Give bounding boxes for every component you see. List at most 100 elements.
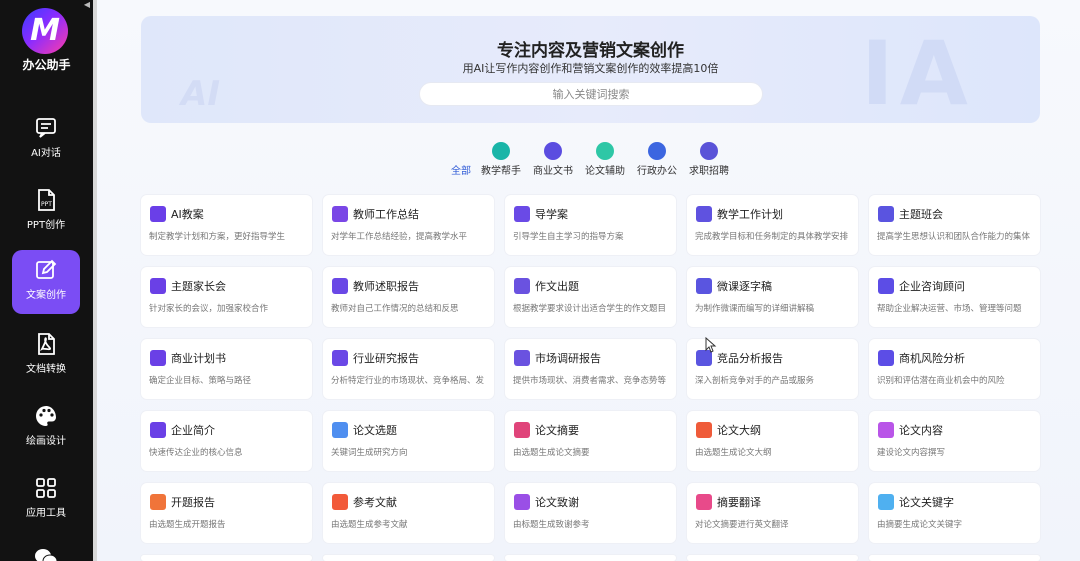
- template-card[interactable]: 教学工作计划 完成教学目标和任务制定的具体教学安排: [687, 195, 858, 255]
- card-description: 为制作微课而编写的详细讲解稿: [695, 304, 815, 314]
- sidebar-item-app-tools[interactable]: 应用工具: [12, 468, 80, 532]
- card-description: 根据教学要求设计出适合学生的作文题目: [513, 304, 667, 314]
- pdf-icon: [38, 333, 55, 355]
- card-description: 建设论文内容撰写: [877, 448, 946, 458]
- card-title: 作文出题: [535, 280, 579, 293]
- tab-label: 论文辅助: [585, 166, 625, 177]
- ppt-icon: PPT: [38, 189, 55, 211]
- card-description: 关键词生成研究方向: [331, 448, 408, 458]
- template-icon: [514, 422, 530, 438]
- template-icon: [332, 350, 348, 366]
- card-title: 论文关键字: [899, 496, 954, 509]
- card-title: 教师述职报告: [353, 280, 419, 293]
- card-title: 论文致谢: [535, 496, 579, 509]
- card-title: 开题报告: [171, 496, 215, 509]
- logo-mark-icon: M: [30, 13, 60, 48]
- template-card[interactable]: 行业研究报告 分析特定行业的市场现状、竞争格局、发: [323, 339, 494, 399]
- template-card[interactable]: AI教案 制定教学计划和方案，更好指导学生: [141, 195, 312, 255]
- brand-name: 办公助手: [22, 58, 71, 72]
- sidebar-item-drawing[interactable]: 绘画设计: [12, 396, 80, 460]
- template-card[interactable]: [869, 555, 1040, 561]
- tab-business[interactable]: 商业文书: [531, 142, 575, 178]
- template-card[interactable]: [323, 555, 494, 561]
- template-card[interactable]: 开题报告 由选题生成开题报告: [141, 483, 312, 543]
- sidebar-item-more[interactable]: [12, 540, 80, 561]
- template-card[interactable]: 主题班会 提高学生思想认识和团队合作能力的集体: [869, 195, 1040, 255]
- paper-icon: [596, 142, 614, 160]
- card-description: 由标题生成致谢参考: [513, 520, 590, 530]
- card-description: 提高学生思想认识和团队合作能力的集体: [877, 232, 1031, 242]
- card-title: 教学工作计划: [717, 208, 783, 221]
- search-input[interactable]: [419, 82, 763, 106]
- card-title: 论文内容: [899, 424, 943, 437]
- template-card[interactable]: 教师工作总结 对学年工作总结经验，提高教学水平: [323, 195, 494, 255]
- template-card[interactable]: 论文摘要由选题生成论文摘要: [505, 411, 676, 471]
- template-card[interactable]: 论文内容建设论文内容撰写: [869, 411, 1040, 471]
- card-title: 企业简介: [171, 424, 215, 437]
- tab-label: 商业文书: [533, 166, 573, 177]
- tab-admin[interactable]: 行政办公: [635, 142, 679, 178]
- sidebar-item-ppt[interactable]: PPT PPT创作: [12, 180, 80, 244]
- template-card[interactable]: 微课逐字稿为制作微课而编写的详细讲解稿: [687, 267, 858, 327]
- template-card[interactable]: 论文致谢由标题生成致谢参考: [505, 483, 676, 543]
- card-description: 提供市场现状、消费者需求、竞争态势等: [513, 376, 667, 386]
- card-title: 市场调研报告: [535, 352, 601, 365]
- template-card[interactable]: 论文选题 关键词生成研究方向: [323, 411, 494, 471]
- card-description: 深入剖析竞争对手的产品或服务: [695, 376, 815, 386]
- template-card[interactable]: 摘要翻译对论文摘要进行英文翻译: [687, 483, 858, 543]
- template-card[interactable]: 商机风险分析 识别和评估潜在商业机会中的风险: [869, 339, 1040, 399]
- template-card[interactable]: 企业咨询顾问 帮助企业解决运营、市场、管理等问题: [869, 267, 1040, 327]
- tab-jobs[interactable]: 求职招聘: [687, 142, 731, 178]
- template-icon: [514, 278, 530, 294]
- card-description: 由选题生成论文摘要: [513, 448, 590, 458]
- template-icon: [332, 494, 348, 510]
- card-description: 对论文摘要进行英文翻译: [695, 520, 789, 530]
- resume-icon: [700, 142, 718, 160]
- card-description: 识别和评估潜在商业机会中的风险: [877, 376, 1005, 386]
- template-icon: [150, 350, 166, 366]
- sidebar-item-ai-chat[interactable]: AI对话: [12, 108, 80, 172]
- sidebar-item-label: AI对话: [31, 148, 61, 159]
- card-title: 论文摘要: [535, 424, 579, 437]
- page-title: 专注内容及营销文案创作: [497, 41, 684, 61]
- card-description: 制定教学计划和方案，更好指导学生: [149, 232, 286, 242]
- sidebar-item-label: 应用工具: [26, 508, 66, 519]
- template-card[interactable]: 教师述职报告 教师对自己工作情况的总结和反思: [323, 267, 494, 327]
- hero-decoration-ai: AI: [181, 74, 220, 114]
- palette-icon: [36, 406, 56, 426]
- template-card[interactable]: [687, 555, 858, 561]
- template-card[interactable]: [505, 555, 676, 561]
- card-title: 论文大纲: [717, 424, 761, 437]
- apps-icon: [36, 478, 56, 498]
- card-title: 微课逐字稿: [717, 280, 772, 293]
- template-icon: [150, 494, 166, 510]
- sidebar-item-doc-convert[interactable]: 文档转换: [12, 324, 80, 388]
- sidebar: ◀ M 办公助手 AI对话 PPT PPT创作 文案创作 文档转换 绘画设计 应…: [0, 0, 93, 561]
- sidebar-item-copywriting[interactable]: 文案创作: [12, 250, 80, 314]
- template-card[interactable]: 导学案 引导学生自主学习的指导方案: [505, 195, 676, 255]
- sidebar-item-label: 绘画设计: [26, 436, 66, 447]
- template-card[interactable]: 论文大纲 由选题生成论文大纲: [687, 411, 858, 471]
- teacher-icon: [492, 142, 510, 160]
- template-card[interactable]: 企业简介 快速传达企业的核心信息: [141, 411, 312, 471]
- collapse-arrow-icon[interactable]: ◀: [82, 0, 92, 10]
- template-icon: [878, 494, 894, 510]
- tab-label: 全部: [451, 166, 471, 177]
- template-card[interactable]: 作文出题根据教学要求设计出适合学生的作文题目: [505, 267, 676, 327]
- card-title: 企业咨询顾问: [899, 280, 965, 293]
- template-icon: [514, 206, 530, 222]
- card-title: 竞品分析报告: [717, 352, 783, 365]
- template-card[interactable]: 商业计划书 确定企业目标、策略与路径: [141, 339, 312, 399]
- template-card[interactable]: 论文关键字 由摘要生成论文关键字: [869, 483, 1040, 543]
- template-card[interactable]: 参考文献 由选题生成参考文献: [323, 483, 494, 543]
- template-icon: [696, 206, 712, 222]
- tab-teaching[interactable]: 教学帮手: [479, 142, 523, 178]
- card-title: 摘要翻译: [717, 496, 761, 509]
- template-card[interactable]: [141, 555, 312, 561]
- tab-all[interactable]: 全部: [447, 142, 475, 178]
- card-description: 分析特定行业的市场现状、竞争格局、发: [331, 376, 485, 386]
- tab-thesis[interactable]: 论文辅助: [583, 142, 627, 178]
- template-card[interactable]: 市场调研报告提供市场现状、消费者需求、竞争态势等: [505, 339, 676, 399]
- template-card[interactable]: 主题家长会 针对家长的会议，加强家校合作: [141, 267, 312, 327]
- sidebar-item-label: PPT创作: [26, 220, 66, 231]
